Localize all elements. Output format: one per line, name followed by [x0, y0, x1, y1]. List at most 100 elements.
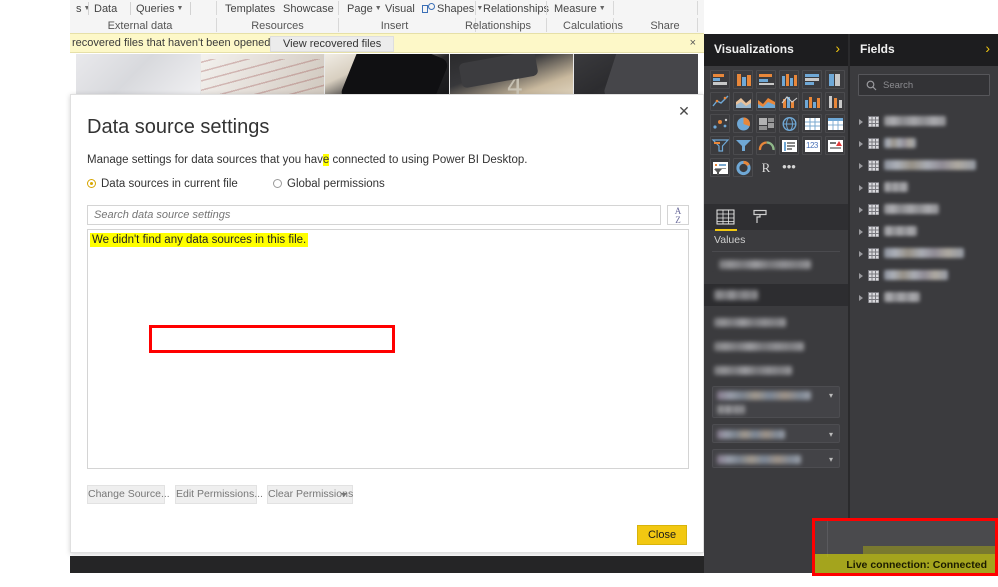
- filter-well-2-menu-icon[interactable]: ▾: [829, 430, 833, 439]
- search-input[interactable]: [87, 205, 661, 225]
- filter-well-3[interactable]: ▾: [712, 449, 840, 468]
- multi-row-card-icon[interactable]: [779, 136, 799, 155]
- annotation-red-box-status: Live connection: Connected: [812, 518, 998, 576]
- field-item-4[interactable]: [858, 178, 998, 197]
- stacked-bar-chart-icon[interactable]: [710, 70, 730, 89]
- field-item-9[interactable]: [858, 288, 998, 307]
- keyboard-key-glyph: 5: [638, 56, 656, 87]
- scope-radio-group: Data sources in current file Global perm…: [87, 178, 417, 190]
- tab-format[interactable]: [748, 207, 772, 227]
- fields-search-box[interactable]: Search: [858, 74, 990, 96]
- chevron-right-icon[interactable]: [859, 207, 863, 213]
- area-chart-icon[interactable]: [733, 92, 753, 111]
- funnel-chart-icon[interactable]: [733, 136, 753, 155]
- 100-stacked-column-chart-icon[interactable]: [825, 70, 845, 89]
- chevron-right-icon[interactable]: [859, 273, 863, 279]
- chevron-right-icon[interactable]: [859, 229, 863, 235]
- pie-chart-icon[interactable]: [733, 114, 753, 133]
- table-fields-icon: [716, 209, 735, 225]
- edit-permissions-button[interactable]: Edit Permissions...: [175, 485, 263, 504]
- chevron-right-icon[interactable]: [859, 251, 863, 257]
- radio-global-permissions[interactable]: Global permissions: [273, 178, 385, 190]
- radio-data-sources-in-current-file[interactable]: Data sources in current file: [87, 178, 241, 190]
- table-icon: [868, 160, 879, 171]
- more-options-icon[interactable]: •••: [779, 158, 799, 177]
- ribbon-command-relationships[interactable]: Relationships: [483, 1, 549, 17]
- ribbon-group-separator: [697, 1, 698, 15]
- chevron-down-icon: ▼: [83, 5, 91, 13]
- chevron-right-icon[interactable]: [859, 185, 863, 191]
- matrix-icon[interactable]: [825, 114, 845, 133]
- treemap-icon[interactable]: [756, 114, 776, 133]
- filled-map-icon[interactable]: [802, 114, 822, 133]
- tab-fields[interactable]: [714, 207, 738, 231]
- funnel-icon[interactable]: [710, 136, 730, 155]
- line-and-stacked-column-chart-icon[interactable]: [779, 92, 799, 111]
- section-divider: [712, 251, 840, 252]
- ribbon-command-templates[interactable]: Templates: [225, 1, 275, 17]
- chevron-down-icon: ▼: [598, 5, 606, 13]
- field-item-5[interactable]: [858, 200, 998, 219]
- filter-well-1-menu-icon[interactable]: ▾: [829, 391, 833, 400]
- ribbon-command-measure[interactable]: Measure ▼: [554, 1, 606, 17]
- chevron-right-icon[interactable]: [859, 163, 863, 169]
- ribbon-chart-icon[interactable]: [825, 92, 845, 111]
- stacked-area-chart-icon[interactable]: [756, 92, 776, 111]
- chevron-right-icon[interactable]: [859, 119, 863, 125]
- filter-well-2[interactable]: ▾: [712, 424, 840, 443]
- table-icon: [868, 116, 879, 127]
- report-level-filters-redacted: [714, 366, 792, 375]
- sort-az-button[interactable]: AZ: [667, 205, 689, 225]
- table-icon: [868, 204, 879, 215]
- values-drop-zone[interactable]: [712, 256, 840, 272]
- r-script-visual-icon[interactable]: R: [756, 158, 776, 177]
- clustered-bar-chart-icon[interactable]: [756, 70, 776, 89]
- values-section: Values: [704, 234, 848, 274]
- kpi-icon[interactable]: [825, 136, 845, 155]
- ribbon-command-data[interactable]: Data: [94, 1, 117, 17]
- close-icon[interactable]: ×: [690, 36, 696, 51]
- 100-stacked-bar-chart-icon[interactable]: [802, 70, 822, 89]
- ribbon-command-page[interactable]: Page ▼: [347, 1, 382, 17]
- ribbon-command-label: Queries: [136, 3, 175, 15]
- change-source-button[interactable]: Change Source...: [87, 485, 170, 504]
- field-label-redacted: [884, 292, 920, 302]
- scatter-chart-icon[interactable]: [710, 114, 730, 133]
- dialog-description-part1: Manage settings for data sources that yo…: [87, 154, 323, 166]
- field-label-redacted: [884, 182, 908, 192]
- view-recovered-files-button[interactable]: View recovered files: [270, 36, 395, 52]
- power-bi-desktop-window: s ▼ Data Queries ▼ Templates Showcase Page…: [0, 0, 998, 587]
- chevron-right-icon[interactable]: [859, 141, 863, 147]
- ribbon-command-showcase[interactable]: Showcase: [283, 1, 334, 17]
- card-icon[interactable]: 123: [802, 136, 822, 155]
- field-item-6[interactable]: [858, 222, 998, 241]
- chevron-right-icon[interactable]: ›: [835, 39, 840, 57]
- dialog-title: Data source settings: [87, 116, 270, 138]
- ribbon-command-visual[interactable]: Visual: [385, 1, 415, 17]
- chevron-right-icon[interactable]: ›: [985, 39, 990, 57]
- filter-well-1[interactable]: ▾: [712, 386, 840, 418]
- dialog-close-icon[interactable]: ✕: [675, 103, 693, 121]
- map-icon[interactable]: [779, 114, 799, 133]
- field-item-1[interactable]: [858, 112, 998, 131]
- ribbon-group-separator: [613, 1, 614, 15]
- clustered-column-chart-icon[interactable]: [779, 70, 799, 89]
- field-item-8[interactable]: [858, 266, 998, 285]
- field-item-7[interactable]: [858, 244, 998, 263]
- field-item-2[interactable]: [858, 134, 998, 153]
- dialog-close-button[interactable]: Close: [637, 525, 687, 545]
- line-and-clustered-column-chart-icon[interactable]: [802, 92, 822, 111]
- radio-unselected-icon: [273, 179, 282, 188]
- gauge-icon[interactable]: [756, 136, 776, 155]
- filter-well-3-menu-icon[interactable]: ▾: [829, 455, 833, 464]
- clear-permissions-button[interactable]: Clear Permissions: [267, 485, 353, 504]
- field-item-3[interactable]: [858, 156, 998, 175]
- data-sources-list[interactable]: We didn't find any data sources in this …: [87, 229, 689, 469]
- ribbon-command-queries[interactable]: Queries ▼: [136, 1, 183, 17]
- slicer-icon[interactable]: [710, 158, 730, 177]
- chevron-right-icon[interactable]: [859, 295, 863, 301]
- line-chart-icon[interactable]: [710, 92, 730, 111]
- stacked-column-chart-icon[interactable]: [733, 70, 753, 89]
- donut-chart-icon[interactable]: [733, 158, 753, 177]
- filters-header[interactable]: [704, 284, 848, 306]
